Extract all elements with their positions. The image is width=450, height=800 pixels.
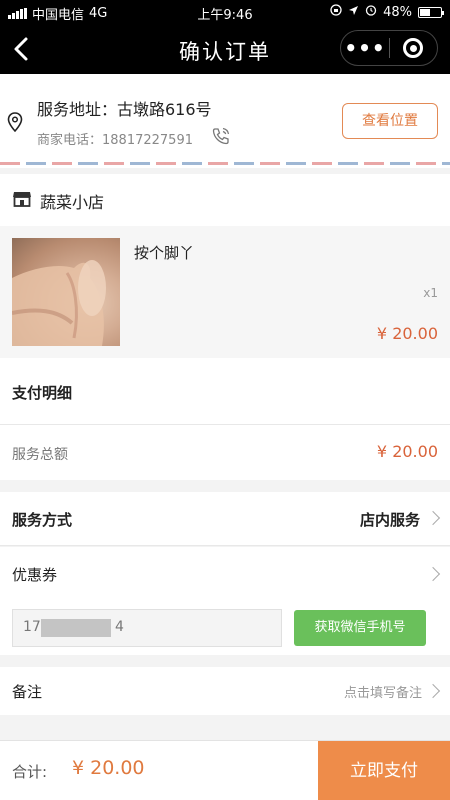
nav-bar: 确认订单 ••• xyxy=(0,24,450,74)
location-arrow-icon xyxy=(348,5,359,20)
chevron-right-icon xyxy=(425,683,441,699)
remark-row[interactable]: 备注 点击填写备注 xyxy=(0,667,450,715)
divider xyxy=(0,424,450,425)
phone-number-field[interactable]: 17 4 xyxy=(12,609,282,647)
alarm-icon xyxy=(365,4,377,20)
total-amount: ¥ 20.00 xyxy=(72,757,145,779)
product-item[interactable]: 按个脚丫 x1 ¥ 20.00 xyxy=(0,226,450,358)
product-quantity: x1 xyxy=(423,286,438,300)
status-bar: 中国电信 4G 上午9:46 48% xyxy=(0,0,450,24)
checkout-bar: 合计: ¥ 20.00 立即支付 xyxy=(0,740,450,800)
service-method-row[interactable]: 服务方式 店内服务 xyxy=(0,492,450,546)
remark-label: 备注 xyxy=(12,683,43,701)
battery-percent: 48% xyxy=(383,4,412,20)
merchant-phone: 商家电话：18817227591 xyxy=(37,133,193,148)
remark-hint: 点击填写备注 xyxy=(343,686,422,701)
store-icon xyxy=(12,190,32,212)
phone-call-icon[interactable] xyxy=(211,126,231,150)
store-header: 蔬菜小店 xyxy=(0,174,450,226)
phone-binding-row: 17 4 获取微信手机号 xyxy=(0,603,450,655)
service-address: 服务地址：古墩路616号 xyxy=(37,100,212,119)
phone-redaction-block xyxy=(41,619,111,637)
service-total-value: ¥ 20.00 xyxy=(376,442,438,461)
product-price: ¥ 20.00 xyxy=(376,324,438,343)
chevron-right-icon xyxy=(425,510,441,526)
phone-suffix: 4 xyxy=(115,619,124,635)
coupon-label: 优惠券 xyxy=(12,566,58,584)
total-label: 合计: xyxy=(12,763,48,781)
phone-prefix: 17 xyxy=(23,619,41,635)
lock-rotation-icon xyxy=(330,4,342,20)
product-name: 按个脚丫 xyxy=(134,244,195,262)
product-image xyxy=(12,238,120,346)
close-miniprogram-icon[interactable] xyxy=(390,38,437,58)
envelope-stripe-divider xyxy=(0,162,450,165)
chevron-right-icon xyxy=(425,566,441,582)
payment-detail-section: 支付明细 服务总额 ¥ 20.00 xyxy=(0,358,450,480)
service-method-value: 店内服务 xyxy=(359,511,420,529)
store-name: 蔬菜小店 xyxy=(40,193,105,212)
address-card: 服务地址：古墩路616号 商家电话：18817227591 查看位置 xyxy=(0,74,450,168)
service-total-label: 服务总额 xyxy=(12,447,68,463)
more-menu-icon[interactable]: ••• xyxy=(341,31,389,65)
mini-program-capsule: ••• xyxy=(340,30,438,66)
get-wechat-phone-button[interactable]: 获取微信手机号 xyxy=(294,610,426,646)
payment-detail-title: 支付明细 xyxy=(12,384,73,402)
view-location-button[interactable]: 查看位置 xyxy=(342,103,438,139)
coupon-row[interactable]: 优惠券 xyxy=(0,547,450,603)
location-pin-icon xyxy=(7,112,23,136)
service-method-label: 服务方式 xyxy=(12,511,73,529)
pay-now-button[interactable]: 立即支付 xyxy=(318,741,450,800)
battery-icon xyxy=(418,6,444,18)
